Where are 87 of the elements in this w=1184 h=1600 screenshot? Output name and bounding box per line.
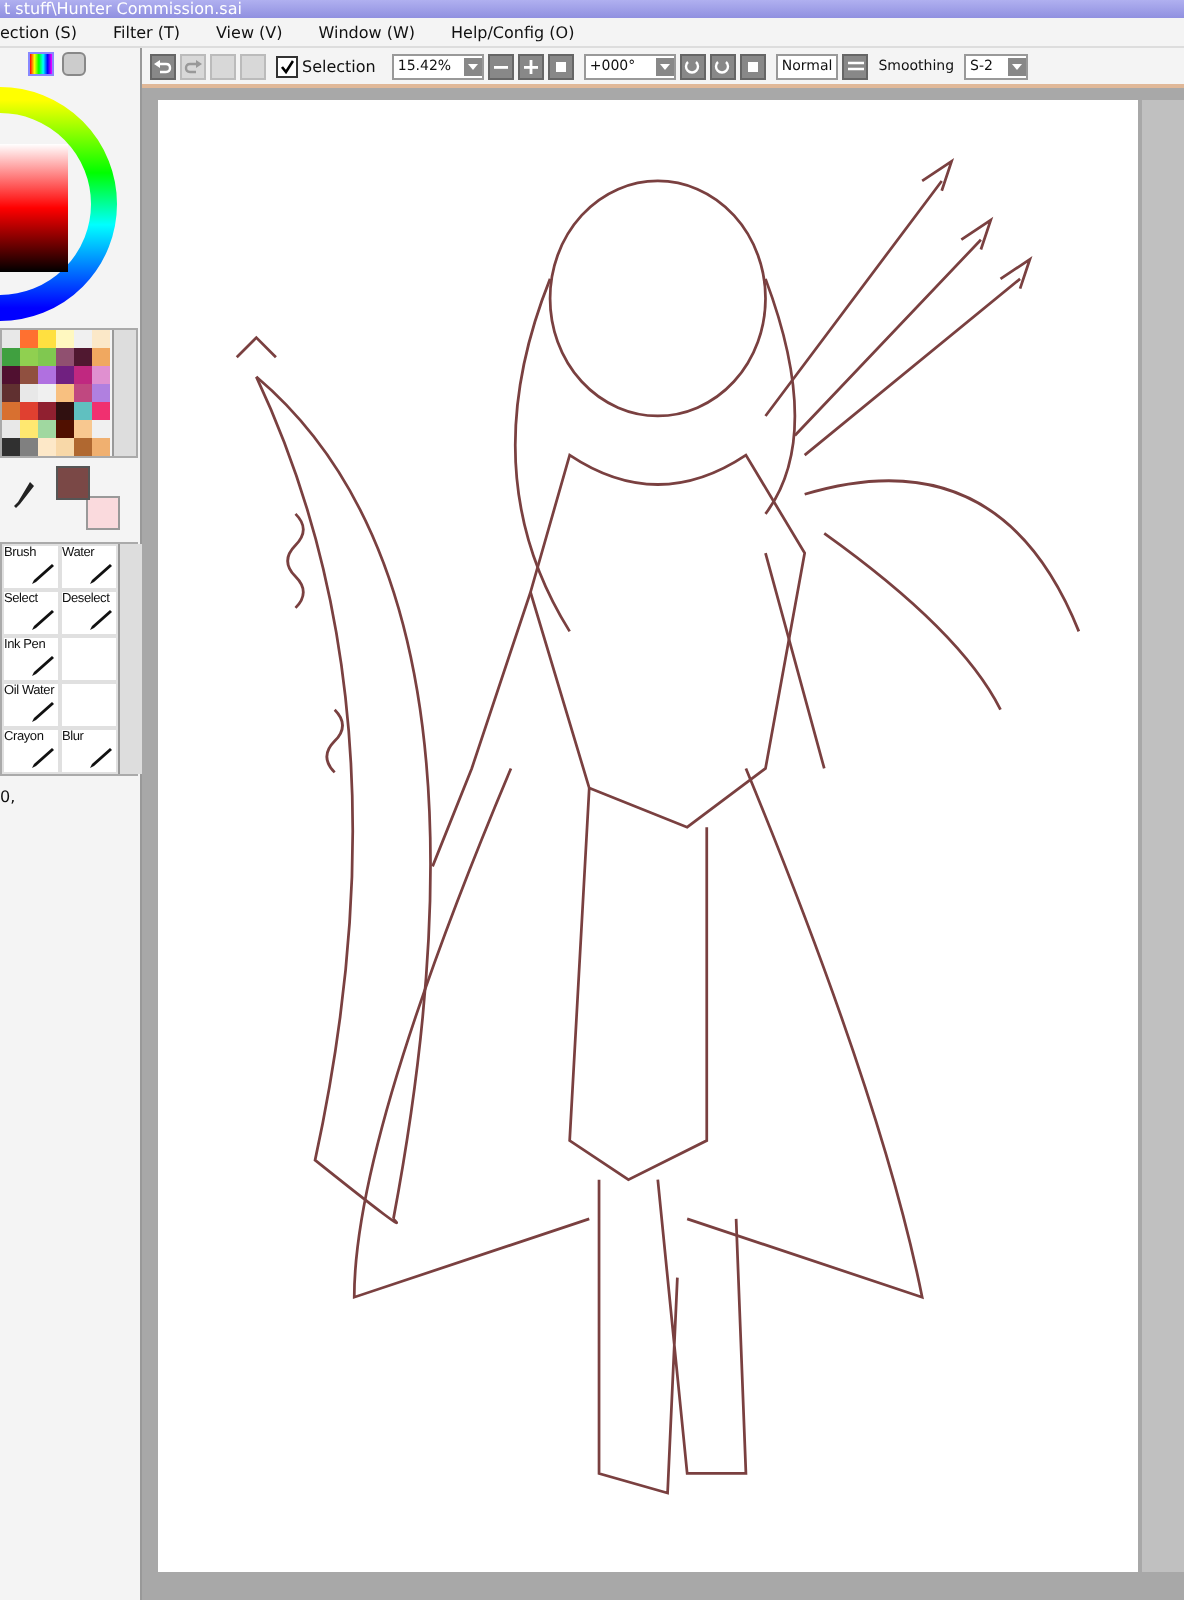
zoom-in-button[interactable] [517,53,544,79]
color-swatch[interactable] [74,420,92,438]
rotate-right-button[interactable] [709,53,736,79]
menu-item[interactable]: Help/Config (O) [451,23,575,41]
color-swatch[interactable] [56,384,74,402]
color-swatch[interactable] [92,366,110,384]
color-swatch[interactable] [56,402,74,420]
redo-button[interactable] [180,53,206,79]
window-title: t stuff\Hunter Commission.sai [4,0,242,18]
scroll-bar[interactable] [1142,100,1184,1572]
scroll-bar[interactable] [112,330,136,456]
reset-rotation-button[interactable] [739,53,766,79]
color-swatch[interactable] [38,366,56,384]
color-swatch[interactable] [2,420,20,438]
color-swatch[interactable] [2,348,20,366]
square-icon [747,61,758,71]
color-swatch[interactable] [2,438,20,456]
tool-slot[interactable] [60,682,118,728]
plus-icon [523,59,538,73]
reset-zoom-button[interactable] [547,53,574,79]
color-swatch[interactable] [92,330,110,348]
rotate-left-button[interactable] [679,53,706,79]
color-swatch[interactable] [38,348,56,366]
color-swatch[interactable] [20,438,38,456]
caret-down-icon [659,63,670,69]
menu-item[interactable]: Window (W) [318,23,415,41]
color-swatch[interactable] [74,438,92,456]
color-swatch[interactable] [74,384,92,402]
status-text: 0, [0,788,18,806]
tool-slot[interactable] [60,636,118,682]
color-swatch[interactable] [74,348,92,366]
color-swatch[interactable] [20,384,38,402]
color-swatch[interactable] [2,330,20,348]
primary-color[interactable] [56,466,90,500]
color-swatch[interactable] [20,402,38,420]
color-swatch[interactable] [74,330,92,348]
brush-icon [88,748,112,768]
color-swatch[interactable] [56,348,74,366]
secondary-color[interactable] [86,496,120,530]
color-swatch[interactable] [92,420,110,438]
color-swatch[interactable] [20,330,38,348]
color-swatch[interactable] [2,384,20,402]
color-swatch[interactable] [92,402,110,420]
color-swatch[interactable] [2,402,20,420]
color-swatch[interactable] [56,366,74,384]
menu-item[interactable]: ection (S) [0,23,78,41]
color-swatch[interactable] [38,420,56,438]
brush-icon [30,564,54,584]
caret-down-icon [467,63,478,69]
selection-checkbox[interactable]: Selection [276,55,376,77]
color-swatch[interactable] [38,438,56,456]
flip-button[interactable] [842,53,869,79]
color-swatch[interactable] [56,420,74,438]
menu-item[interactable]: Filter (T) [113,23,180,41]
undo-button[interactable] [150,53,176,79]
brush-icon [30,748,54,768]
color-swatch[interactable] [56,330,74,348]
rotate-right-icon [714,58,731,74]
brush-icon [30,610,54,630]
brush-icon [88,610,112,630]
checkmark-icon [280,59,294,73]
color-swatch[interactable] [92,438,110,456]
color-swatch[interactable] [20,366,38,384]
rotate-left-icon [684,58,701,74]
undo-icon [154,57,172,75]
brush-icon [88,564,112,584]
flip-icon [847,58,864,74]
color-swatch[interactable] [20,348,38,366]
square-icon [555,61,566,71]
color-swatch[interactable] [38,330,56,348]
brush-icon [30,702,54,722]
color-swatch[interactable] [74,402,92,420]
color-swatch[interactable] [20,420,38,438]
zoom-out-button[interactable] [487,53,514,79]
palette-tab-icon[interactable] [28,52,54,76]
color-swatch[interactable] [56,438,74,456]
color-swatch[interactable] [38,402,56,420]
color-swatch[interactable] [92,384,110,402]
menu-item[interactable]: View (V) [216,23,283,41]
scroll-bar[interactable] [118,544,142,774]
caret-down-icon [1012,63,1023,69]
redo-icon [184,57,202,75]
color-swatch[interactable] [2,366,20,384]
brush-icon [30,656,54,676]
color-swatch[interactable] [74,366,92,384]
color-swatch[interactable] [92,348,110,366]
color-swatch[interactable] [38,384,56,402]
